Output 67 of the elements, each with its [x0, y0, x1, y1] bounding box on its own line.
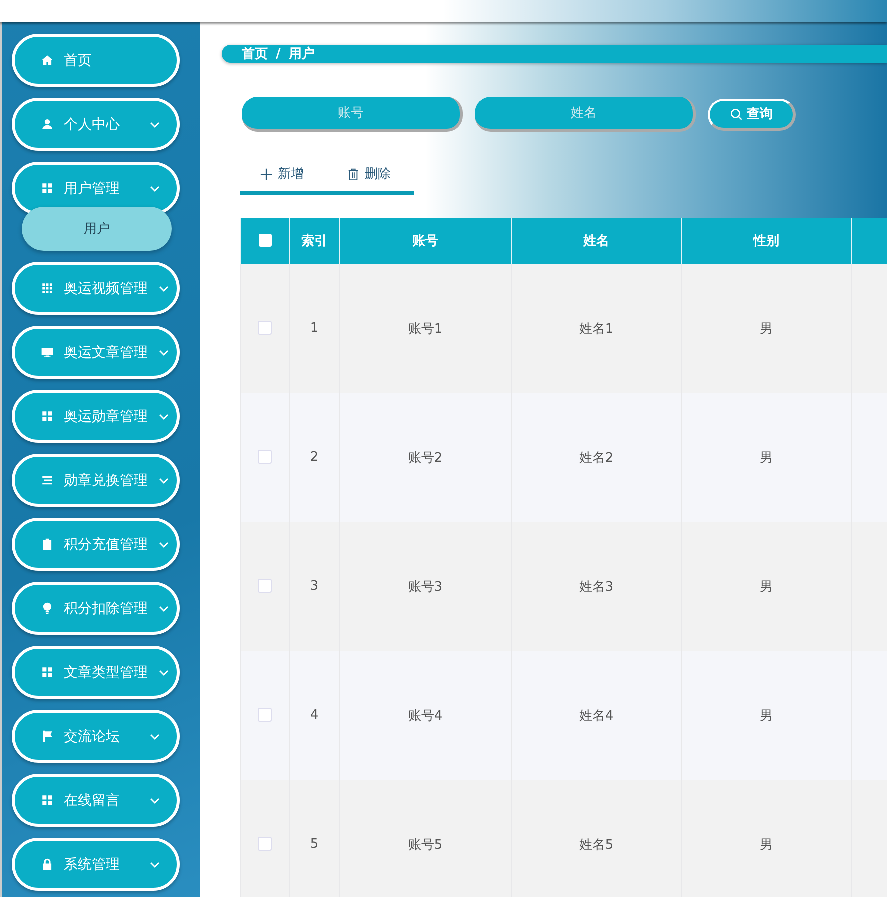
sidebar-item[interactable]: 个人中心 — [12, 98, 180, 151]
table-cell: 账号1 — [340, 264, 512, 393]
home-icon — [41, 54, 54, 67]
flag-icon — [41, 730, 54, 743]
grid-icon — [41, 410, 54, 423]
sidebar-item[interactable]: 奥运文章管理 — [12, 326, 180, 379]
breadcrumb-item[interactable]: 用户 — [288, 45, 315, 63]
sidebar-item[interactable]: 首页 — [12, 34, 180, 87]
sidebar-item[interactable]: 积分扣除管理 — [12, 582, 180, 635]
plus-icon — [260, 168, 273, 180]
table-cell: 姓名1 — [512, 264, 682, 393]
table-cell: 男 — [682, 780, 852, 897]
table-cell: 4 — [290, 651, 340, 780]
table-cell: 姓名4 — [512, 651, 682, 780]
row-checkbox[interactable] — [258, 321, 272, 336]
breadcrumb-item[interactable]: 首页 — [242, 45, 268, 63]
table-cell: 3 — [290, 522, 340, 651]
sidebar-item[interactable]: 系统管理 — [12, 838, 180, 891]
table-cell: 账号4 — [340, 651, 512, 780]
sidebar-item[interactable]: 文章类型管理 — [12, 646, 180, 699]
sidebar-item[interactable]: 奥运勋章管理 — [12, 390, 180, 443]
submenu-item[interactable]: 用户 — [22, 207, 172, 251]
table-cell: 2 — [290, 393, 340, 522]
delete-button[interactable]: 删除 — [327, 165, 414, 183]
table-cell: 1 — [290, 264, 340, 393]
select-all-checkbox[interactable] — [258, 234, 272, 248]
table-cell: 姓名2 — [512, 393, 682, 522]
list-icon — [41, 474, 54, 487]
column-header[interactable]: 姓名 — [512, 218, 682, 264]
search-field[interactable]: 姓名 — [475, 97, 696, 132]
grid-icon — [41, 282, 54, 295]
table-cell: 姓名5 — [512, 780, 682, 897]
table-cell: 姓名3 — [512, 522, 682, 651]
user-icon — [41, 118, 54, 131]
table-cell: 男 — [682, 393, 852, 522]
monitor-icon — [41, 346, 54, 359]
sidebar-item[interactable]: 勋章兑换管理 — [12, 454, 180, 507]
table-cell: 账号2 — [340, 393, 512, 522]
table-cell: 男 — [682, 264, 852, 393]
lock-icon — [41, 858, 54, 871]
sidebar-item[interactable]: 交流论坛 — [12, 710, 180, 763]
breadcrumb-separator: / — [276, 46, 281, 62]
grid-icon — [41, 666, 54, 679]
column-header[interactable]: 账号 — [340, 218, 512, 264]
table-cell: 账号3 — [340, 522, 512, 651]
search-button[interactable]: 查询 — [708, 98, 796, 130]
table-cell: 男 — [682, 651, 852, 780]
row-checkbox[interactable] — [258, 450, 272, 464]
row-checkbox[interactable] — [258, 708, 272, 722]
column-header[interactable]: 性别 — [682, 218, 852, 264]
grid-icon — [41, 182, 54, 195]
table-cell: 账号5 — [340, 780, 512, 897]
trash-icon — [347, 168, 360, 180]
search-icon — [730, 108, 743, 120]
clipboard-icon — [41, 538, 54, 551]
grid-icon — [41, 794, 54, 807]
sidebar-item[interactable]: 积分充值管理 — [12, 518, 180, 571]
column-header[interactable]: 索引 — [290, 218, 340, 264]
row-checkbox[interactable] — [258, 579, 272, 594]
search-field[interactable]: 账号 — [242, 97, 463, 132]
table-cell: 男 — [682, 522, 852, 651]
add-button[interactable]: 新增 — [240, 165, 327, 183]
sidebar-item[interactable]: 在线留言 — [12, 774, 180, 827]
table-cell: 5 — [290, 780, 340, 897]
sidebar-item[interactable]: 奥运视频管理 — [12, 262, 180, 315]
bulb-icon — [41, 602, 54, 615]
row-checkbox[interactable] — [258, 837, 272, 852]
